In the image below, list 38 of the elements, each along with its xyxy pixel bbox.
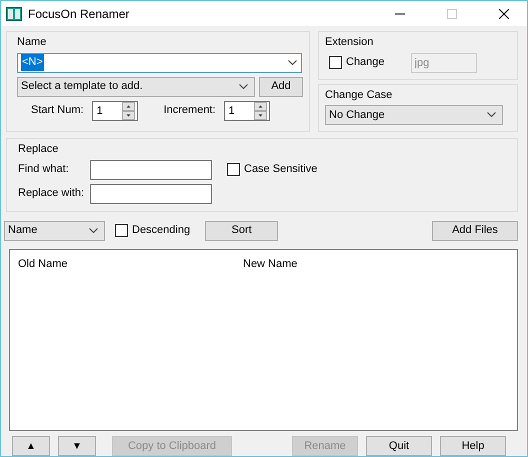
close-icon[interactable] (499, 8, 509, 18)
window-title: FocusOn Renamer (28, 6, 130, 22)
group-title: Extension (325, 35, 374, 50)
button[interactable]: ▼ (58, 436, 96, 456)
caret-icon (288, 60, 297, 66)
checkbox-label: Descending (132, 223, 190, 238)
button[interactable]: ▲ (12, 436, 50, 456)
button[interactable]: Quit (366, 436, 432, 456)
caret-icon (89, 228, 98, 234)
caret-icon (487, 112, 496, 118)
find-field[interactable] (90, 160, 212, 180)
caret-icon (239, 84, 248, 90)
field-label: Start Num: (31, 103, 84, 118)
add-button[interactable]: Add (259, 76, 303, 96)
column-header: Old Name (18, 256, 69, 272)
checkbox-label: Case Sensitive (244, 162, 318, 178)
dropdown-field[interactable]: Select a template to add. (17, 76, 255, 96)
dropdown-field[interactable]: <N> (17, 52, 302, 72)
app-icon[interactable] (6, 6, 22, 20)
file-list[interactable]: Old Name New Name (9, 248, 518, 431)
number-spinner[interactable]: 1 (224, 100, 270, 120)
number-spinner[interactable]: 1 (92, 100, 138, 120)
field-label: Find what: (18, 162, 70, 178)
group-title: Name (17, 35, 48, 50)
column-header: New Name (243, 256, 298, 272)
checkbox[interactable] (227, 163, 240, 176)
sort-button[interactable]: Sort (205, 220, 278, 240)
checkbox-label: Change (346, 55, 385, 70)
group-title: Change Case (325, 88, 394, 102)
replace-field[interactable] (90, 184, 212, 204)
add-files-button[interactable]: Add Files (432, 220, 518, 240)
field-label: Increment: (164, 103, 216, 118)
dropdown-field[interactable]: Name (4, 220, 105, 240)
field-label: Replace with: (18, 186, 86, 202)
dropdown-field[interactable]: No Change (325, 105, 503, 125)
button[interactable]: Help (440, 436, 506, 456)
group-title: Replace (18, 142, 60, 157)
checkbox[interactable] (115, 224, 128, 237)
